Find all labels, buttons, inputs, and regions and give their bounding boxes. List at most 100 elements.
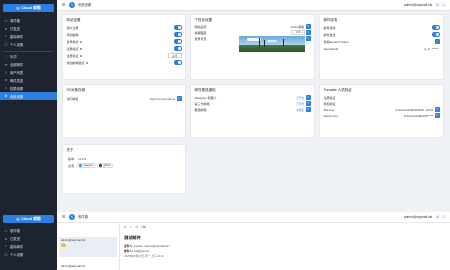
version-row: 版本: v1.3.3 — [68, 156, 87, 161]
github-link[interactable]: ● github — [96, 163, 114, 168]
user-email[interactable]: admin@skymail.ink — [404, 215, 432, 219]
multi-account-toggle[interactable] — [173, 39, 182, 44]
card-title: 网站设置 — [66, 17, 81, 22]
register-toggle[interactable] — [173, 25, 182, 30]
setting-row: 添加Resend Token + — [323, 39, 440, 44]
edit-site-name-button[interactable]: ✎ — [305, 24, 311, 29]
pen-icon: ✎ — [436, 113, 439, 117]
pen-icon: ✎ — [70, 2, 74, 7]
add-resend-token-button[interactable]: + — [434, 39, 440, 44]
compose-button[interactable]: ✎ — [69, 213, 75, 220]
sidebar-item-inbox[interactable]: ▭ 收件箱 — [0, 227, 57, 235]
sidebar-item-inbox[interactable]: ▭ 收件箱 — [0, 17, 57, 25]
push-mail-status: 未绑定 — [296, 108, 305, 112]
help-icon[interactable]: ? — [79, 54, 83, 58]
inbox-icon: ▭ — [4, 18, 8, 23]
verify-select[interactable]: 关闭 — [167, 53, 182, 58]
menu-icon[interactable]: ☰ — [61, 2, 66, 7]
minus-icon[interactable]: – — [293, 31, 294, 34]
shield-icon: ◇ — [4, 86, 8, 91]
sidebar-item-settings[interactable]: ◯ 个人设置 — [0, 250, 57, 258]
app-logo-button[interactable]: ✉ Cloud 邮箱 — [3, 215, 54, 223]
chevron-down-icon: ⌄ — [442, 2, 445, 7]
setting-row: 模糊程度 –100 + ✎ — [194, 30, 311, 35]
login-background-preview[interactable] — [239, 36, 305, 52]
edit-r2-domain-button[interactable]: ✎ — [176, 96, 182, 101]
push-notification-card: 邮件推送通知 Telegram 机器人 已开启 ✎ 第三方邮箱 已开启 ✎ 推送邮箱 未绑… — [190, 84, 315, 138]
sidebar-item-permissions[interactable]: ◇ 权限设置 — [0, 84, 57, 92]
save-blur-button[interactable]: ✎ — [305, 30, 311, 35]
register-verify-toggle[interactable] — [173, 46, 182, 51]
sidebar-item-users[interactable]: ⚇ 用户列表 — [0, 69, 57, 77]
list-item[interactable]: admin@skymail.ink — [59, 262, 117, 270]
help-icon[interactable]: ? — [79, 40, 83, 44]
edit-background-button[interactable]: ✎ — [305, 36, 311, 41]
setting-row: 访问域名 https://r2.skymail.ink ✎ — [66, 96, 182, 101]
pen-icon: ✎ — [307, 101, 310, 105]
edit-secret-key-button[interactable]: ✎ — [434, 113, 440, 118]
sidebar-item-starred[interactable]: ☆ 星标邮件 — [0, 33, 57, 41]
menu-icon[interactable]: ☰ — [61, 214, 66, 219]
chevron-down-icon: ⌄ — [442, 214, 445, 219]
star-icon[interactable]: ☆ — [130, 225, 133, 229]
sidebar-nav: ▭ 收件箱 ➤ 已发送 ☆ 星标邮件 ◯ 个人设置 — [0, 17, 57, 48]
card-title: 邮件推送通知 — [194, 87, 216, 92]
sidebar-item-label: 个人设置 — [10, 252, 24, 257]
sidebar-item-sent[interactable]: ➤ 已发送 — [0, 235, 57, 243]
blur-stepper[interactable]: –100 + — [291, 30, 306, 35]
theme-toggle-button[interactable]: ☀ — [435, 214, 440, 220]
edit-push-mail-button[interactable]: ✎ — [305, 107, 311, 112]
pen-icon: ✎ — [178, 96, 181, 100]
setting-row: 网站名称 Cloud 邮箱 ✎ — [194, 24, 311, 29]
admin-section-label: ⌄ 管理 — [4, 54, 17, 60]
pen-icon: ✎ — [70, 214, 74, 219]
user-email[interactable]: admin@skymail.ink — [404, 3, 432, 7]
reply-icon[interactable]: ↺ — [136, 225, 139, 229]
setting-row: 注册验证? 关闭 — [67, 53, 182, 58]
edit-third-party-button[interactable]: ✎ — [305, 101, 311, 106]
plus-icon: + — [436, 39, 438, 43]
plus-icon[interactable]: + — [302, 31, 304, 34]
site-key-value: 0x4AAAAAABv0K8iSP...L6Cfs — [395, 107, 434, 112]
card-title: R2对象存储 — [66, 87, 85, 92]
trash-icon[interactable]: ⌫ — [141, 225, 146, 229]
list-item[interactable]: admin@skymail.ink TS — [59, 236, 117, 257]
add-mailbox-toggle[interactable] — [173, 32, 182, 37]
back-icon[interactable]: ✕ — [124, 225, 127, 229]
sidebar-item-all-mail[interactable]: ✉ 全部邮件 — [0, 61, 57, 69]
sidebar-item-label: 全部邮件 — [10, 63, 24, 68]
edit-telegram-button[interactable]: ✎ — [305, 95, 311, 100]
pen-icon: ✎ — [307, 95, 310, 99]
setting-row: 注册验证? — [67, 46, 182, 51]
sidebar-item-label: 邮件发送 — [10, 78, 24, 83]
compose-button[interactable]: ✎ — [69, 1, 75, 8]
sidebar-item-starred[interactable]: ☆ 星标邮件 — [0, 243, 57, 251]
sidebar-item-system-settings[interactable]: ⚙ 系统设置 — [0, 92, 57, 100]
account-menu-button[interactable]: ⌄ — [441, 214, 446, 220]
theme-toggle-button[interactable]: ☀ — [435, 2, 440, 8]
setting-row: Site Key 0x4AAAAAABv0K8iSP...L6Cfs ✎ — [323, 107, 440, 112]
account-menu-button[interactable]: ⌄ — [441, 2, 446, 8]
help-icon[interactable]: ? — [79, 47, 83, 51]
mail-transfer-card: 邮件收发 邮件接收 邮件发送 添加Resend Token + skymail.i… — [319, 14, 444, 80]
star-icon: ☆ — [4, 34, 8, 39]
app-logo-button[interactable]: ✉ Cloud 邮箱 — [3, 4, 54, 12]
sidebar-item-settings[interactable]: ◯ 个人设置 — [0, 40, 57, 48]
help-icon[interactable]: ? — [85, 61, 89, 65]
chevron-down-icon: ⌄ — [4, 54, 8, 59]
setting-row: 推送邮箱 未绑定 ✎ — [194, 107, 311, 112]
sidebar-item-send-mail[interactable]: ➤ 邮件发送 — [0, 77, 57, 85]
card-title: 关于 — [66, 147, 74, 152]
send-icon: ➤ — [4, 26, 8, 31]
resend-token-value: re_P...****** — [424, 46, 439, 51]
sidebar-item-sent[interactable]: ➤ 已发送 — [0, 25, 57, 33]
site-name-value: Cloud 邮箱 — [290, 24, 305, 29]
edit-site-key-button[interactable]: ✎ — [434, 107, 440, 112]
receive-toggle[interactable] — [431, 25, 440, 30]
message-time: 2025年05月25日 周一 上午 02:13 — [124, 254, 164, 258]
send-toggle[interactable] — [431, 32, 440, 37]
add-mailbox-verify-toggle[interactable] — [173, 60, 182, 65]
telegram-icon: ➤ — [79, 164, 83, 167]
community-row: 交流: ➤ telegram ● github — [68, 163, 182, 168]
telegram-link[interactable]: ➤ telegram — [76, 163, 96, 168]
